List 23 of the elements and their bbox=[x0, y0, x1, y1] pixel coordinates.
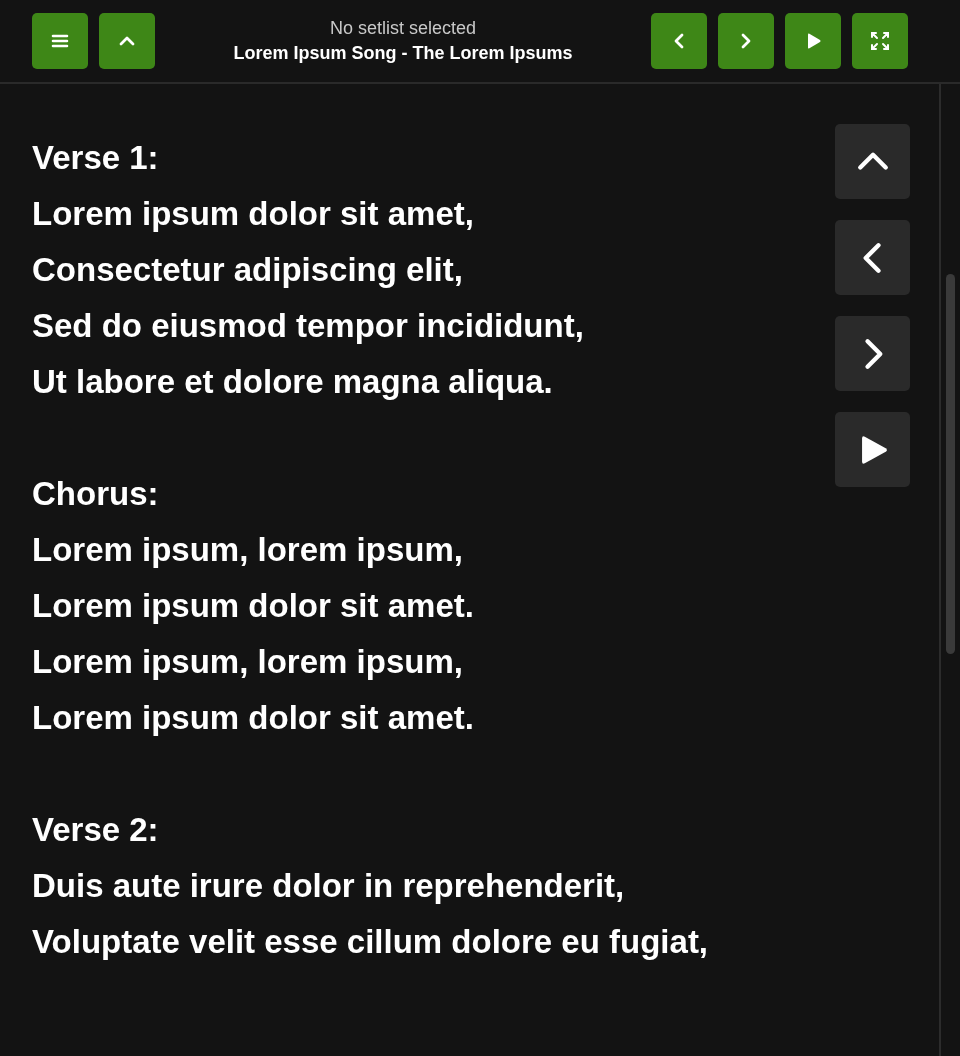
lyric-line: Verse 1: bbox=[32, 138, 160, 178]
lyric-line: Verse 2: bbox=[32, 810, 160, 850]
lyric-line: Lorem ipsum dolor sit amet, bbox=[32, 194, 475, 234]
lyric-line: Lorem ipsum dolor sit amet. bbox=[32, 586, 475, 626]
previous-button[interactable] bbox=[835, 220, 910, 295]
fullscreen-icon bbox=[869, 30, 891, 52]
lyric-line: Chorus: bbox=[32, 474, 160, 514]
scrollbar-thumb[interactable] bbox=[946, 274, 955, 654]
menu-button[interactable] bbox=[32, 13, 88, 69]
play-button[interactable] bbox=[835, 412, 910, 487]
lyric-line: Voluptate velit esse cillum dolore eu fugiat, bbox=[32, 922, 710, 962]
song-title: Lorem Ipsum Song - The Lorem Ipsums bbox=[233, 43, 573, 64]
fullscreen-button[interactable] bbox=[852, 13, 908, 69]
lyric-line: Ut labore et dolore magna aliqua. bbox=[32, 362, 554, 402]
lyric-line: Duis aute irure dolor in reprehenderit, bbox=[32, 866, 626, 906]
next-button[interactable] bbox=[835, 316, 910, 391]
lyric-line: Lorem ipsum, lorem ipsum, bbox=[32, 642, 464, 682]
setlist-status: No setlist selected bbox=[329, 18, 477, 39]
lyric-line: Lorem ipsum, lorem ipsum, bbox=[32, 530, 464, 570]
lyric-line: Sed do eiusmod tempor incididunt, bbox=[32, 306, 585, 346]
scroll-up-button[interactable] bbox=[835, 124, 910, 199]
lyric-line: Consectetur adipiscing elit, bbox=[32, 250, 464, 290]
lyric-line: Lorem ipsum dolor sit amet. bbox=[32, 698, 475, 738]
